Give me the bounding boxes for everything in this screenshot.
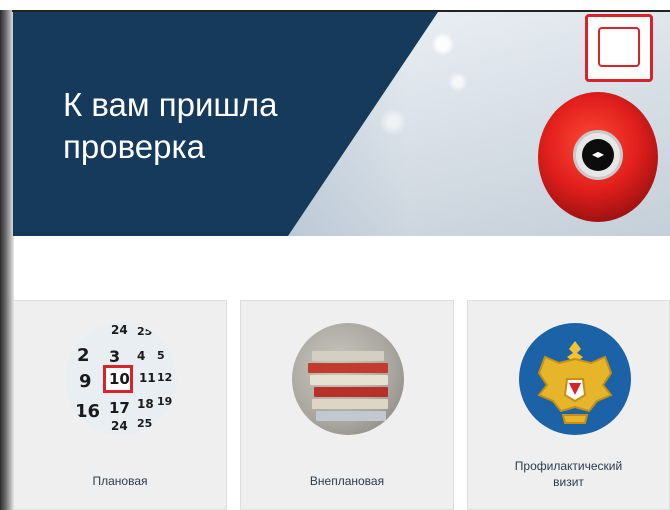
calendar-number: 17 bbox=[109, 399, 130, 417]
fire-sign-inner bbox=[598, 27, 640, 67]
left-shadow bbox=[0, 10, 14, 510]
alarm-arrows-icon: ◂▸ bbox=[591, 147, 605, 161]
folder-stack-item bbox=[316, 411, 386, 421]
calendar-number: 11 bbox=[139, 371, 156, 385]
inspection-types: 24 25 2 3 4 5 9 10 11 12 16 17 18 19 24 bbox=[13, 300, 670, 510]
page: ◂▸ К вам пришла проверка 24 25 2 3 4 5 9… bbox=[0, 0, 670, 510]
calendar-number: 16 bbox=[75, 401, 101, 422]
calendar-number: 10 bbox=[109, 370, 130, 388]
card-unplanned[interactable]: Внеплановая bbox=[240, 300, 454, 510]
hero-banner: ◂▸ К вам пришла проверка bbox=[13, 12, 670, 236]
alarm-push-button: ◂▸ bbox=[582, 139, 614, 171]
card-preventive-visit[interactable]: Профилактический визит bbox=[467, 300, 670, 510]
calendar-number: 24 bbox=[111, 323, 128, 337]
calendar-number: 3 bbox=[109, 347, 121, 366]
calendar-number: 24 bbox=[111, 419, 128, 433]
calendar-number: 25 bbox=[137, 325, 153, 338]
calendar-number: 19 bbox=[157, 395, 173, 408]
folder-stack-item bbox=[308, 363, 388, 373]
card-label-planned: Плановая bbox=[92, 474, 148, 488]
calendar-number: 18 bbox=[137, 397, 154, 411]
calendar-icon: 24 25 2 3 4 5 9 10 11 12 16 17 18 19 24 bbox=[65, 323, 177, 435]
hero-title: К вам пришла проверка bbox=[63, 86, 278, 165]
card-planned[interactable]: 24 25 2 3 4 5 9 10 11 12 16 17 18 19 24 bbox=[13, 300, 227, 510]
calendar-grid: 24 25 2 3 4 5 9 10 11 12 16 17 18 19 24 bbox=[65, 323, 177, 435]
folder-stack-item bbox=[314, 387, 388, 397]
calendar-number: 9 bbox=[79, 371, 92, 392]
calendar-number: 25 bbox=[137, 417, 153, 430]
folder-stack-item bbox=[310, 375, 388, 385]
fire-alarm-button-icon: ◂▸ bbox=[538, 92, 658, 222]
card-label-preventive-visit: Профилактический визит bbox=[514, 459, 623, 489]
calendar-number: 5 bbox=[157, 349, 165, 362]
eagle-icon bbox=[537, 341, 613, 424]
calendar-number: 12 bbox=[157, 371, 173, 384]
calendar-number: 4 bbox=[137, 349, 146, 363]
alarm-face: ◂▸ bbox=[573, 130, 623, 180]
emchs-emblem-icon bbox=[519, 323, 631, 435]
card-label-unplanned: Внеплановая bbox=[309, 474, 385, 488]
folder-stack-item bbox=[312, 399, 388, 409]
folders-icon bbox=[292, 323, 404, 435]
fire-sign-icon bbox=[585, 14, 653, 82]
calendar-number: 2 bbox=[77, 345, 90, 366]
folder-stack-item bbox=[312, 351, 384, 361]
